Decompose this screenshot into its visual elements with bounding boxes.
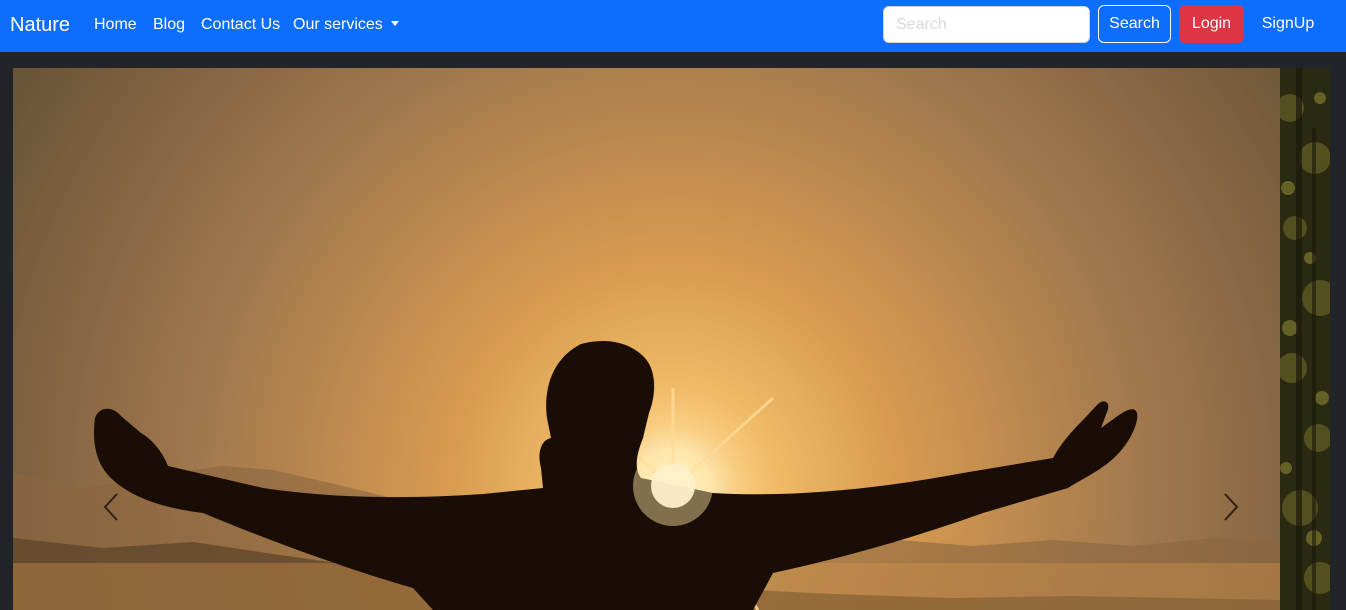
nav-link-home[interactable]: Home <box>94 14 137 36</box>
nav-link-blog[interactable]: Blog <box>153 14 185 36</box>
login-button[interactable]: Login <box>1179 5 1244 43</box>
carousel-slide-next <box>1280 68 1330 610</box>
nav-dropdown-services[interactable]: Our services <box>293 14 399 36</box>
carousel-prev-button[interactable] <box>101 492 121 522</box>
search-input[interactable] <box>883 6 1090 43</box>
signup-button[interactable]: SignUp <box>1250 5 1326 43</box>
nav-link-contact[interactable]: Contact Us <box>201 14 280 36</box>
carousel-slide-active <box>13 68 1280 610</box>
image-carousel <box>13 68 1330 610</box>
carousel-next-button[interactable] <box>1221 492 1241 522</box>
chevron-right-icon <box>1224 493 1239 521</box>
forest-image <box>1280 68 1330 610</box>
caret-down-icon <box>390 21 399 26</box>
sunset-silhouette-image <box>13 68 1280 610</box>
brand-link[interactable]: Nature <box>10 12 70 38</box>
dropdown-label: Our services <box>293 16 383 33</box>
navbar: Nature Home Blog Contact Us Our services… <box>0 0 1346 52</box>
search-button[interactable]: Search <box>1098 5 1171 43</box>
chevron-left-icon <box>103 493 118 521</box>
